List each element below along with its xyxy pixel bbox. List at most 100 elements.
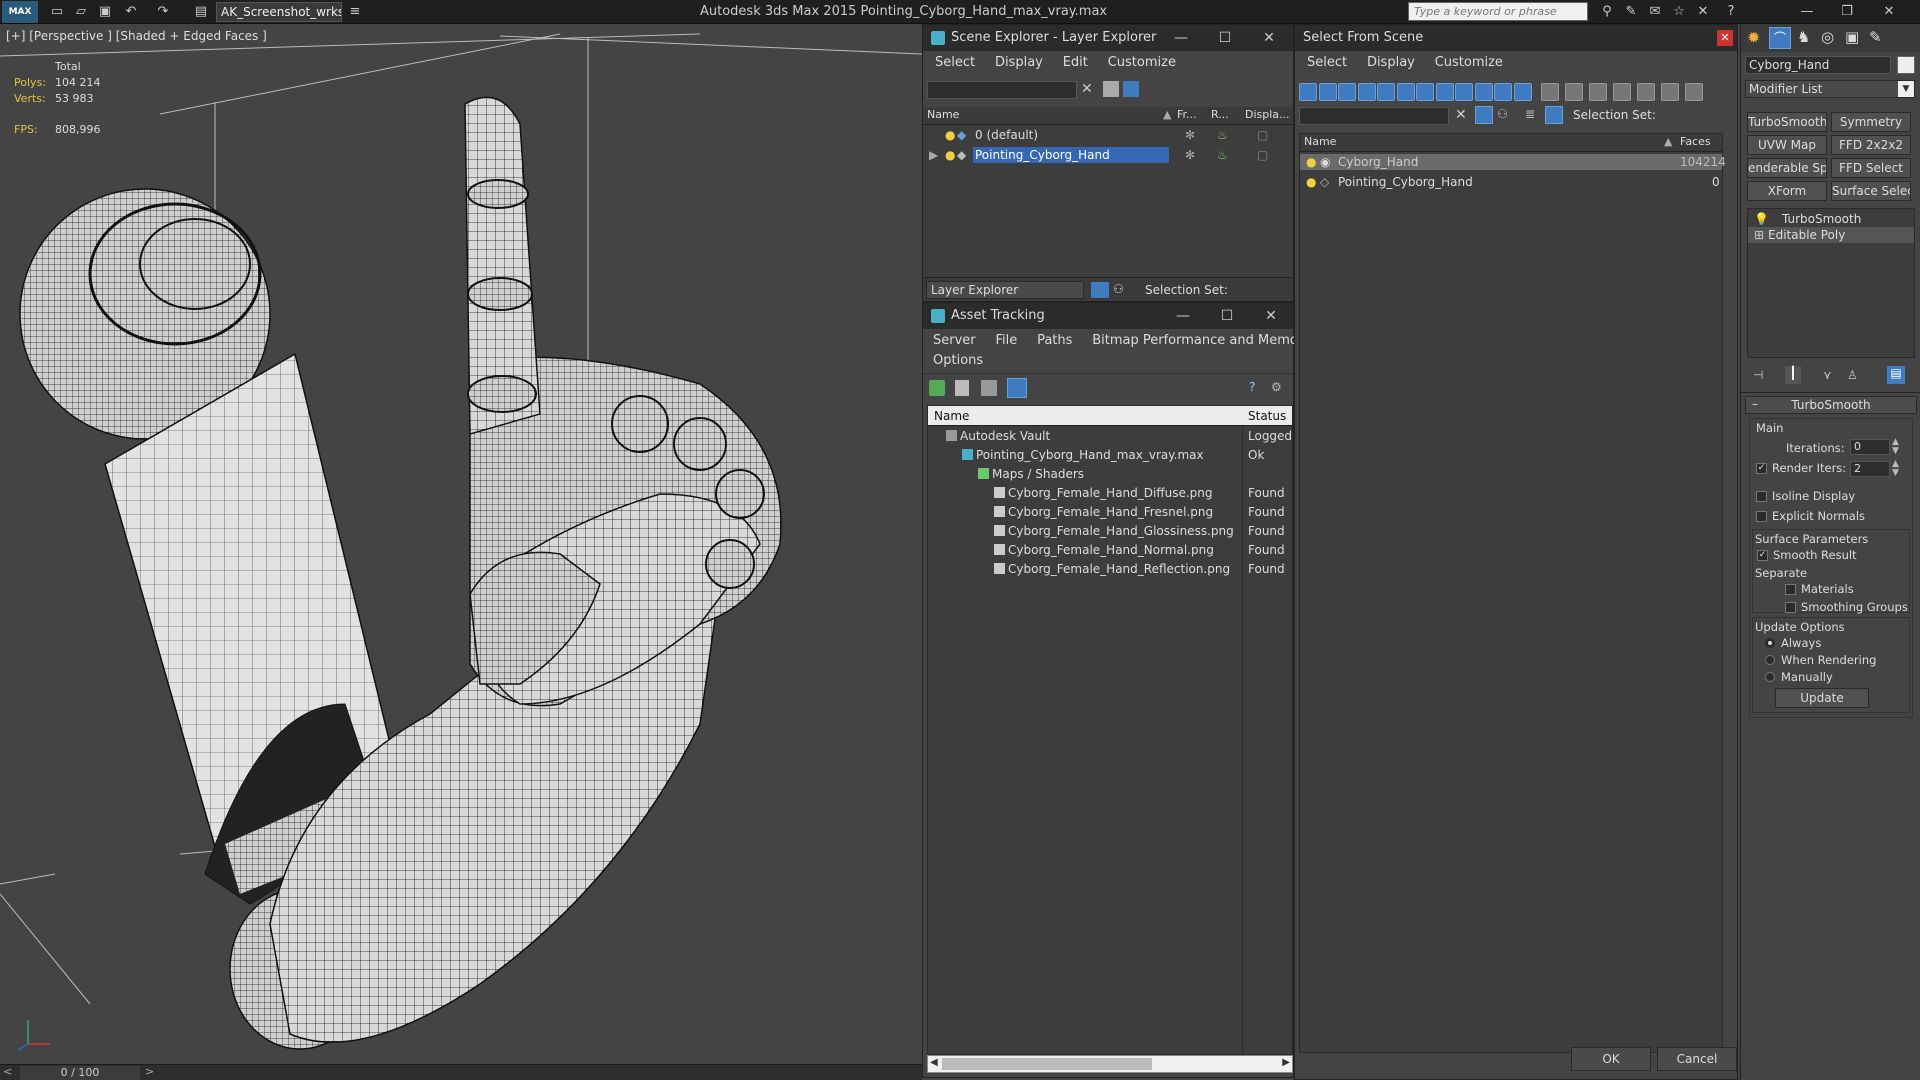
menu-select[interactable]: Select <box>1307 55 1347 70</box>
menu-options[interactable]: Options <box>933 353 983 368</box>
save-icon[interactable]: ▣ <box>94 2 116 22</box>
asset-row[interactable]: Cyborg_Female_Hand_Fresnel.png Found <box>928 504 1292 520</box>
expand-arrow-icon[interactable]: ▶ <box>929 147 938 163</box>
asset-tracking-titlebar[interactable]: Asset Tracking — ☐ ✕ <box>923 303 1293 329</box>
sort-asc-icon[interactable]: ▲ <box>1163 107 1171 123</box>
menu-paths[interactable]: Paths <box>1037 333 1072 348</box>
tools-icon[interactable]: ✎ <box>1620 2 1642 22</box>
column-render[interactable]: R... <box>1211 107 1229 123</box>
spinner-arrows-icon[interactable]: ▲ ▼ <box>1892 438 1899 456</box>
scroll-left-icon[interactable]: ◀ <box>930 1057 938 1068</box>
display-box-icon[interactable]: ▢ <box>1257 147 1268 163</box>
motion-tab-icon[interactable]: ◎ <box>1821 28 1834 46</box>
column-name[interactable]: Name <box>927 107 959 123</box>
freeze-icon[interactable]: ✻ <box>1185 147 1195 163</box>
open-file-icon[interactable]: ▱ <box>70 2 92 22</box>
space-warps-filter-icon[interactable] <box>1396 83 1415 101</box>
time-slider[interactable]: < 0 / 100 > <box>0 1064 922 1080</box>
stack-item-turbosmooth[interactable]: 💡 TurboSmooth <box>1748 211 1914 227</box>
explicit-normals-checkbox[interactable] <box>1756 511 1767 522</box>
undo-icon[interactable]: ↶ <box>120 2 142 22</box>
asset-row[interactable]: Cyborg_Female_Hand_Reflection.png Found <box>928 561 1292 577</box>
bones-filter-icon[interactable] <box>1455 83 1473 101</box>
settings-icon[interactable]: ⚙ <box>1271 380 1282 394</box>
uvw-map-button[interactable]: UVW Map <box>1747 135 1827 155</box>
filter-icon[interactable] <box>1475 106 1493 124</box>
select-none-filter-icon[interactable] <box>1589 83 1607 101</box>
restore-icon[interactable]: ❐ <box>1836 2 1858 22</box>
object-color-swatch[interactable] <box>1897 56 1915 74</box>
app-logo[interactable]: MAX <box>2 1 38 23</box>
menu-customize[interactable]: Customize <box>1435 55 1503 70</box>
column-name[interactable]: Name <box>1304 134 1336 150</box>
menu-display[interactable]: Display <box>1367 55 1415 70</box>
clear-search-icon[interactable]: ✕ <box>1081 81 1093 97</box>
minimize-icon[interactable]: — <box>1161 303 1205 329</box>
close-icon[interactable]: ✕ <box>1247 25 1291 51</box>
object-row-selected[interactable]: ● ◉ Cyborg_Hand 104214 <box>1300 154 1726 170</box>
refresh-icon[interactable] <box>929 380 945 396</box>
cameras-filter-icon[interactable] <box>1357 83 1376 101</box>
filter-icon[interactable] <box>1103 81 1119 97</box>
hidden-filter-icon[interactable] <box>1513 83 1532 101</box>
iterations-spinner[interactable]: 0 <box>1850 439 1890 455</box>
update-button[interactable]: Update <box>1775 688 1869 708</box>
horizontal-scrollbar[interactable]: ◀ ▶ <box>927 1055 1293 1073</box>
scene-explorer-titlebar[interactable]: Scene Explorer - Layer Explorer — ☐ ✕ <box>923 25 1293 51</box>
asset-row[interactable]: Cyborg_Female_Hand_Normal.png Found <box>928 542 1292 558</box>
frozen-filter-icon[interactable] <box>1494 83 1512 101</box>
close-icon[interactable]: ✕ <box>1249 303 1293 329</box>
hierarchy-icon[interactable]: ⚇ <box>1113 282 1124 296</box>
remove-modifier-icon[interactable]: ♙ <box>1847 368 1858 382</box>
table-view-icon[interactable] <box>1007 378 1027 398</box>
help-icon[interactable]: ? <box>1249 380 1255 394</box>
time-slider-thumb[interactable]: 0 / 100 <box>20 1066 140 1080</box>
spinner-arrows-icon[interactable]: ▲ ▼ <box>1892 460 1899 478</box>
thumbnail-view-icon[interactable] <box>981 380 997 396</box>
column-display[interactable]: Displa... <box>1245 107 1290 123</box>
lightbulb-icon[interactable]: ● <box>945 147 955 163</box>
isoline-display-checkbox[interactable] <box>1756 491 1767 502</box>
hierarchy-icon[interactable]: ⚇ <box>1497 107 1508 121</box>
layer-row[interactable]: ▶ ● ◆ Pointing_Cyborg_Hand ✻ ♨ ▢ <box>923 147 1293 163</box>
configure-sets-icon[interactable]: ▤ <box>1887 366 1905 384</box>
lightbulb-icon[interactable]: ● <box>1306 174 1316 190</box>
layer-tool-icon[interactable] <box>1123 81 1139 97</box>
asset-row[interactable]: Maps / Shaders <box>928 466 1292 482</box>
groups-filter-icon[interactable] <box>1416 83 1434 101</box>
menu-dropdown-icon[interactable]: ≡ <box>344 2 366 22</box>
xrefs-filter-icon[interactable] <box>1435 83 1454 101</box>
help-icon[interactable]: ? <box>1720 2 1742 22</box>
modifier-list-dropdown[interactable]: Modifier List ▼ <box>1745 80 1915 98</box>
render-teapot-icon[interactable]: ♨ <box>1217 127 1228 143</box>
show-end-result-icon[interactable]: ┃ <box>1785 366 1801 384</box>
menu-display[interactable]: Display <box>995 55 1043 70</box>
menu-server[interactable]: Server <box>933 333 976 348</box>
surface-select-button[interactable]: Surface Select <box>1831 181 1911 201</box>
column-freeze[interactable]: Fr... <box>1177 107 1197 123</box>
menu-edit[interactable]: Edit <box>1063 55 1088 70</box>
minimize-icon[interactable]: — <box>1796 2 1818 22</box>
scroll-thumb[interactable] <box>942 1058 1152 1070</box>
viewport-label[interactable]: [+] [Perspective ] [Shaded + Edged Faces… <box>6 29 267 43</box>
layers-icon[interactable]: ≣ <box>1525 107 1535 121</box>
object-name-field[interactable]: Cyborg_Hand <box>1745 56 1891 74</box>
clear-search-icon[interactable]: ✕ <box>1455 107 1467 123</box>
smooth-result-checkbox[interactable]: ✓ <box>1757 550 1768 561</box>
minimize-icon[interactable]: — <box>1159 25 1203 51</box>
scene-explorer-search[interactable] <box>927 81 1077 99</box>
smoothing-groups-checkbox[interactable] <box>1785 602 1796 613</box>
renderable-spline-button[interactable]: enderable Spli <box>1747 158 1827 178</box>
workspace-dropdown[interactable]: AK_Screenshot_wrksp <box>216 2 342 22</box>
freeze-icon[interactable]: ✻ <box>1185 127 1195 143</box>
column-faces[interactable]: Faces <box>1680 134 1711 150</box>
turbosmooth-rollout-header[interactable]: – TurboSmooth <box>1745 396 1917 414</box>
ok-button[interactable]: OK <box>1571 1047 1651 1071</box>
make-unique-icon[interactable]: ⋎ <box>1823 368 1832 382</box>
containers-filter-icon[interactable] <box>1474 83 1493 101</box>
sort-asc-icon[interactable]: ▲ <box>1664 134 1672 150</box>
filter-filter-icon[interactable] <box>1637 83 1655 101</box>
manually-radio[interactable] <box>1765 672 1775 682</box>
exchange-icon[interactable]: ✕ <box>1692 2 1714 22</box>
maximize-icon[interactable]: ☐ <box>1203 25 1247 51</box>
